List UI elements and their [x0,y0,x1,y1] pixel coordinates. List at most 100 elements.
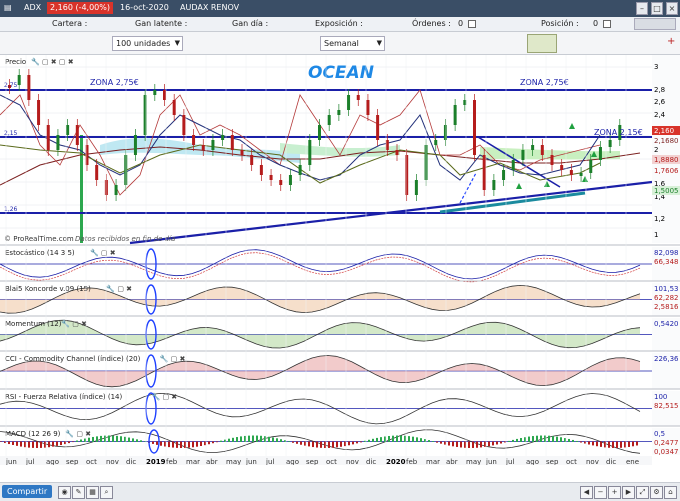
chevron-down-icon: ▼ [174,39,180,47]
candle-body [560,165,564,170]
time-axis-label: nov [586,458,599,465]
ordenes-checkbox[interactable] [468,19,476,28]
candle-body [66,125,70,135]
add-indicator-icon[interactable]: + [667,36,675,47]
macd-histogram-bar [512,439,514,442]
macd-histogram-bar [388,435,390,442]
panel-tools-icons[interactable]: 🔧 ▢ ✖ [61,319,87,328]
candle-body [104,180,108,195]
macd-histogram-bar [612,441,614,448]
macd-histogram-bar [400,435,402,442]
price-tag: 2,1680 [654,137,679,145]
chart-canvas[interactable]: Precio 🔧 ▢ ✖ ▢ ✖ OCEAN ZONA 2,75€ ZONA 2… [0,55,680,466]
camera-icon[interactable]: ◉ [58,486,71,499]
chart-toolbar: 100 unidades ▼ Semanal ▼ + [0,32,680,55]
panel-tools-icons[interactable]: 🔧 ▢ ✖ [90,248,116,257]
layout-icon[interactable]: ▦ [86,486,99,499]
info-button[interactable] [634,18,676,30]
close-icon[interactable]: × [666,2,678,15]
chart-settings-icon[interactable] [527,34,557,53]
instrument-name: AUDAX RENOV [180,3,240,12]
time-axis-label: dic [126,458,136,465]
fit-icon[interactable]: ⤢ [636,486,649,499]
candle-body [347,95,351,110]
indicator-value: 0,5 [654,430,665,438]
macd-histogram-bar [600,441,602,447]
candle-body [443,125,447,140]
units-select[interactable]: 100 unidades ▼ [112,36,183,51]
macd-histogram-bar [52,441,54,447]
macd-histogram-bar [568,438,570,442]
candle-body [133,135,137,155]
lock-icon[interactable]: ⌂ [664,486,677,499]
candle-body [579,173,583,176]
time-axis-label: jul [25,458,34,465]
candle-body [153,90,157,95]
minimize-icon[interactable]: – [636,2,648,15]
scroll-right-icon[interactable]: ▶ [622,486,635,499]
timeframe-select[interactable]: Semanal ▼ [320,36,385,51]
settings-icon[interactable]: ⚙ [650,486,663,499]
candle-body [395,150,399,155]
macd-histogram-bar [580,441,582,443]
macd-histogram-bar [472,441,474,448]
pencil-icon[interactable]: ✎ [72,486,85,499]
macd-histogram-bar [292,441,294,443]
macd-histogram-bar [108,435,110,442]
macd-histogram-bar [396,435,398,442]
time-axis-label: 2019 [146,458,166,465]
macd-histogram-bar [280,439,282,442]
candle-body [250,155,254,165]
macd-histogram-bar [248,435,250,442]
panel-tools-icons[interactable]: 🔧 ▢ ✖ [106,284,132,293]
macd-histogram-bar [184,441,186,448]
timeframe-select-value: Semanal [324,39,359,48]
posicion-checkbox[interactable] [603,19,611,28]
indicator-label: Blai5 Koncorde v.09 (15) [5,285,91,293]
macd-histogram-bar [124,436,126,442]
share-button[interactable]: Compartir [2,485,53,498]
zoom-in-icon[interactable]: + [608,486,621,499]
scroll-left-icon[interactable]: ◀ [580,486,593,499]
time-axis-label: abr [206,458,218,465]
maximize-icon[interactable]: □ [651,2,663,15]
macd-histogram-bar [32,441,34,448]
macd-histogram-bar [212,441,214,444]
indicator-value: 82,515 [654,402,679,410]
macd-histogram-bar [136,439,138,442]
macd-histogram-bar [332,441,334,448]
panel-tools-icons[interactable]: 🔧 ▢ ✖ ▢ ✖ [31,57,74,66]
macd-histogram-bar [216,441,218,443]
time-axis-label: nov [346,458,359,465]
candle-body [240,150,244,155]
macd-histogram-bar [84,438,86,442]
macd-histogram-bar [260,435,262,442]
macd-histogram-bar [256,435,258,442]
posicion-value: 0 [593,19,599,28]
macd-histogram-bar [300,441,302,445]
window-titlebar: ▤ ADX 2,160 (-4,00%) 16-oct-2020 AUDAX R… [0,0,680,17]
macd-histogram-bar [264,436,266,442]
panel-tools-icons[interactable]: 🔧 ▢ ✖ [152,392,178,401]
candle-body [337,110,341,115]
indicator-value: 0,0347 [654,448,679,456]
macd-histogram-bar [144,441,146,442]
indicator-value: 0,2477 [654,439,679,447]
macd-histogram-bar [312,441,314,448]
macd-histogram-bar [524,437,526,442]
panel-tools-icons[interactable]: 🔧 ▢ ✖ [65,429,91,438]
panel-tools-icons[interactable]: 🔧 ▢ ✖ [160,354,186,363]
macd-histogram-bar [532,436,534,442]
candle-body [598,147,602,160]
time-axis-label: jun [485,458,497,465]
candle-body [172,100,176,115]
chart-area[interactable]: Precio 🔧 ▢ ✖ ▢ ✖ OCEAN ZONA 2,75€ ZONA 2… [0,55,680,466]
macd-histogram-bar [616,441,618,448]
candle-body [540,145,544,155]
zoom-out-icon[interactable]: − [594,486,607,499]
units-select-value: 100 unidades [116,39,171,48]
macd-histogram-bar [624,441,626,448]
macd-histogram-bar [420,438,422,442]
zoom-icon[interactable]: ⌕ [100,486,113,499]
gan-dia-label: Gan día : [232,19,269,28]
